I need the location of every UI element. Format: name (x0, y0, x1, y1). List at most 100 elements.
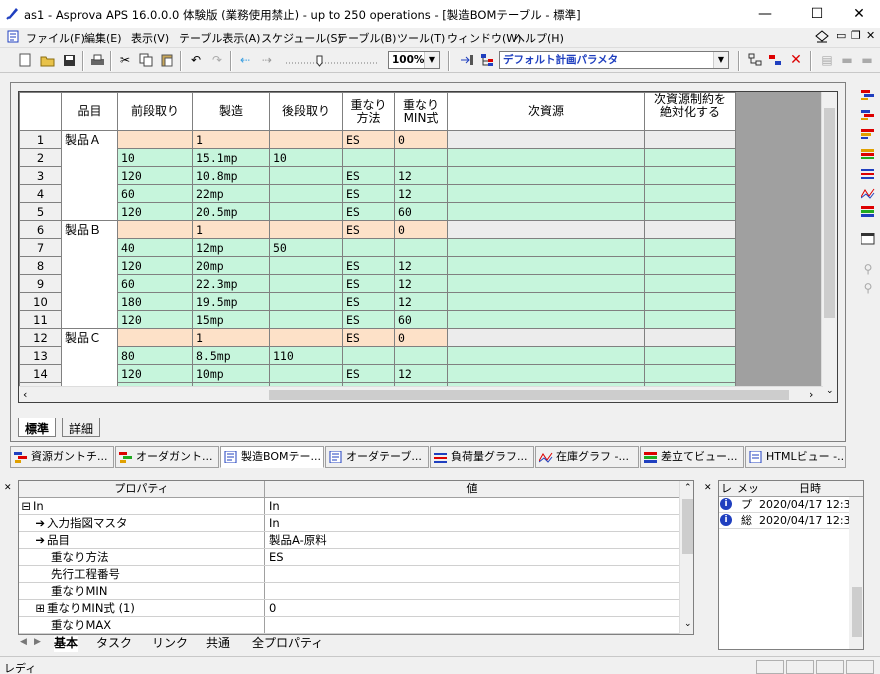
message-pane-close-icon[interactable]: ✕ (704, 483, 712, 493)
overlap-min-formula-cell[interactable]: 12 (394, 184, 448, 203)
pre-setup-cell[interactable]: 120 (117, 202, 193, 221)
table-row[interactable]: 6 製品Ｂ 1 ES 0 (19, 220, 736, 329)
chevron-down-icon[interactable]: ▼ (424, 52, 439, 68)
document-icon[interactable] (7, 30, 20, 43)
pre-setup-cell[interactable]: 120 (117, 364, 193, 383)
message-scroll-thumb[interactable] (852, 587, 862, 637)
side-tool-gantt-icon[interactable] (860, 88, 876, 102)
collapse-icon[interactable]: ⊟ (19, 498, 33, 514)
row-number[interactable]: 14 (19, 364, 62, 383)
next-resource-cell[interactable] (447, 256, 645, 275)
pre-setup-cell[interactable]: 60 (117, 274, 193, 293)
overlap-min-formula-cell[interactable]: 0 (394, 130, 448, 149)
view-tab-resource-gantt[interactable]: 資源ガントチ... (10, 446, 114, 468)
view-tab-bom-table[interactable]: 製造BOMテー... (220, 446, 324, 468)
message-row[interactable]: i 総 2020/04/17 12:38: (719, 513, 863, 529)
next-resource-cell[interactable] (447, 310, 645, 329)
back-arrow-icon[interactable]: ⇠ (236, 51, 254, 69)
manufacturing-cell[interactable]: 10.8mp (192, 166, 270, 185)
property-scrollbar[interactable]: ⌃ ⌄ (679, 481, 693, 634)
next-resource-absolute-cell[interactable] (644, 256, 736, 275)
next-resource-cell[interactable] (447, 184, 645, 203)
overlap-method-cell[interactable]: ES (342, 328, 395, 347)
overlap-method-cell[interactable]: ES (342, 130, 395, 149)
save-icon[interactable] (60, 51, 78, 69)
delete-x-icon[interactable]: ✕ (787, 51, 805, 69)
post-setup-cell[interactable] (269, 364, 343, 383)
next-resource-cell[interactable] (447, 328, 645, 347)
overlap-method-cell[interactable]: ES (342, 184, 395, 203)
pre-setup-cell[interactable] (117, 130, 193, 149)
menu-view[interactable]: 表示(V) (131, 30, 169, 46)
row-number[interactable]: 4 (19, 184, 62, 203)
vertical-scroll-thumb[interactable] (824, 108, 835, 318)
bom-table[interactable]: 品目 前段取り 製造 後段取り 重なり方法 重なりMIN式 次資源 次資源制約を… (18, 91, 838, 403)
corner-cell[interactable] (19, 92, 62, 131)
close-button[interactable]: ✕ (836, 0, 880, 28)
post-setup-cell[interactable] (269, 166, 343, 185)
pre-setup-cell[interactable] (117, 220, 193, 239)
row-number[interactable]: 8 (19, 256, 62, 275)
chevron-left-icon[interactable]: ‹ (23, 388, 27, 401)
next-resource-absolute-cell[interactable] (644, 274, 736, 293)
next-resource-absolute-cell[interactable] (644, 148, 736, 167)
post-setup-cell[interactable] (269, 274, 343, 293)
column-header[interactable]: 後段取り (269, 92, 343, 131)
manufacturing-cell[interactable]: 15mp (192, 310, 270, 329)
table-row[interactable]: 3 120 10.8mp ES 12 (19, 166, 736, 185)
prop-tab-task[interactable]: タスク (96, 636, 132, 652)
row-number[interactable]: 10 (19, 292, 62, 311)
column-header[interactable]: 重なりMIN式 (394, 92, 448, 131)
overlap-method-cell[interactable]: ES (342, 274, 395, 293)
overlap-min-formula-cell[interactable]: 12 (394, 364, 448, 383)
row-number[interactable]: 6 (19, 220, 62, 239)
table-row[interactable]: 9 60 22.3mp ES 12 (19, 274, 736, 293)
post-setup-cell[interactable] (269, 184, 343, 203)
sheet-tab-detail[interactable]: 詳細 (62, 418, 101, 437)
layout-1-icon[interactable]: ▤ (818, 51, 836, 69)
overlap-method-cell[interactable]: ES (342, 220, 395, 239)
prop-tab-link[interactable]: リンク (152, 636, 188, 652)
overlap-method-cell[interactable] (342, 148, 395, 167)
sheet-tab-standard[interactable]: 標準 (18, 418, 57, 437)
mdi-minimize-icon[interactable]: ▭ (836, 29, 846, 42)
property-value[interactable]: ES (269, 549, 284, 565)
post-setup-cell[interactable] (269, 292, 343, 311)
overlap-min-formula-cell[interactable] (394, 346, 448, 365)
next-resource-absolute-cell[interactable] (644, 238, 736, 257)
row-number[interactable]: 9 (19, 274, 62, 293)
next-resource-cell[interactable] (447, 292, 645, 311)
view-tab-dispatch-view[interactable]: 差立てビュー... (640, 446, 744, 468)
item-cell[interactable]: 製品Ｂ (61, 220, 118, 329)
overlap-min-formula-cell[interactable]: 12 (394, 256, 448, 275)
next-resource-absolute-cell[interactable] (644, 346, 736, 365)
side-tool-gantt3-icon[interactable] (860, 127, 876, 141)
side-tool-window-icon[interactable] (860, 232, 876, 246)
column-header[interactable]: 前段取り (117, 92, 193, 131)
message-row[interactable]: i プ 2020/04/17 12:38: (719, 497, 863, 513)
menu-schedule[interactable]: スケジュール(S) (261, 30, 342, 46)
color-blocks-icon[interactable] (766, 51, 784, 69)
row-number[interactable]: 3 (19, 166, 62, 185)
manufacturing-cell[interactable]: 19.5mp (192, 292, 270, 311)
column-header[interactable]: 次資源 (447, 92, 645, 131)
property-row[interactable]: 重なり方法 ES (19, 549, 679, 566)
zoom-in-icon[interactable]: ⚲ (860, 281, 876, 295)
level-column-header[interactable]: レ (721, 481, 732, 496)
property-row[interactable]: ⊟ In In (19, 498, 679, 515)
horizontal-scrollbar[interactable]: ‹ › (19, 386, 823, 402)
property-value[interactable]: 0 (269, 600, 276, 616)
maximize-button[interactable]: ☐ (794, 0, 840, 28)
side-tool-dispatch-icon[interactable] (860, 205, 876, 219)
manufacturing-cell[interactable]: 22.3mp (192, 274, 270, 293)
mdi-restore-icon[interactable]: ❐ (851, 29, 861, 42)
table-row[interactable]: 8 120 20mp ES 12 (19, 256, 736, 275)
post-setup-cell[interactable]: 110 (269, 346, 343, 365)
overlap-min-formula-cell[interactable]: 0 (394, 328, 448, 347)
property-column-header[interactable]: プロパティ (19, 481, 265, 497)
manufacturing-cell[interactable]: 20.5mp (192, 202, 270, 221)
property-row[interactable]: 先行工程番号 (19, 566, 679, 583)
overlap-method-cell[interactable]: ES (342, 364, 395, 383)
row-number[interactable]: 7 (19, 238, 62, 257)
overlap-min-formula-cell[interactable]: 60 (394, 310, 448, 329)
